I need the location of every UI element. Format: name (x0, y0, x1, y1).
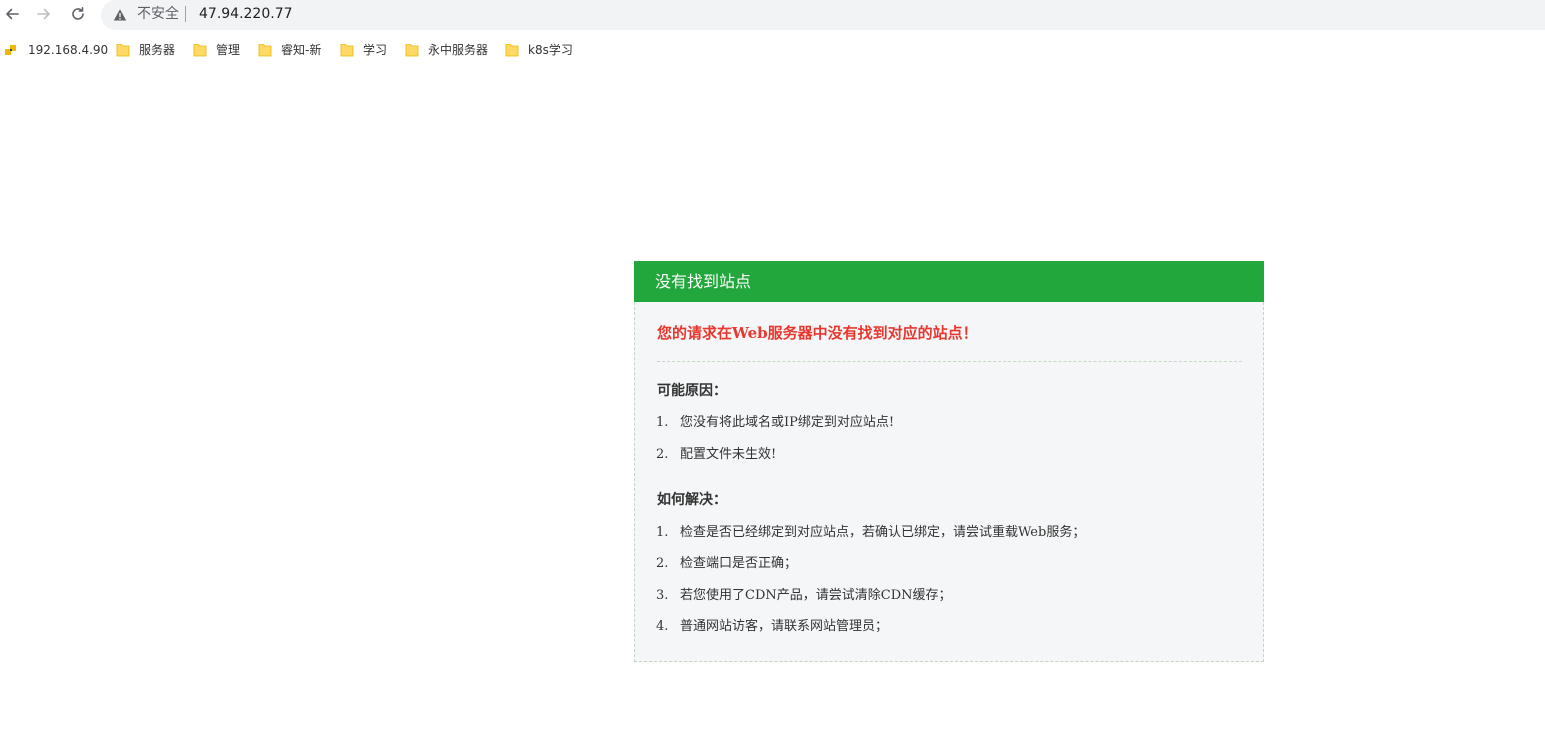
arrow-left-icon (6, 8, 19, 20)
bookmark-label: 管理 (216, 43, 241, 57)
bookmark-label: 永中服务器 (428, 43, 489, 57)
solution-text: 若您使用了CDN产品，请尝试清除CDN缓存； (680, 588, 952, 603)
folder-icon (116, 44, 130, 57)
card-header: 没有找到站点 (634, 261, 1264, 302)
reload-icon (72, 7, 84, 20)
reload-button[interactable] (66, 3, 90, 25)
solution-number: 3. (656, 588, 669, 603)
url-text[interactable]: 47.94.220.77 (199, 4, 293, 24)
bookmark-label: 服务器 (139, 43, 176, 57)
reason-number: 2. (656, 447, 669, 462)
reason-item: 2. 配置文件未生效! (656, 445, 776, 465)
solution-item: 4. 普通网站访客，请联系网站管理员； (656, 617, 888, 637)
warning-icon[interactable] (113, 8, 127, 22)
bookmark-folder-management[interactable]: 管理 (192, 36, 240, 64)
forward-button[interactable] (32, 3, 56, 25)
bookmark-label: 学习 (363, 43, 388, 57)
solution-item: 3. 若您使用了CDN产品，请尝试清除CDN缓存； (656, 586, 952, 606)
bookmark-folder-yozo-servers[interactable]: 永中服务器 (404, 36, 488, 64)
omnibox-divider (185, 6, 186, 22)
solution-item: 1. 检查是否已经绑定到对应站点，若确认已绑定，请尝试重载Web服务； (656, 523, 1085, 543)
security-status-label[interactable]: 不安全 (137, 4, 179, 24)
arrow-right-icon (37, 8, 50, 20)
bookmark-label: 睿知-新 (281, 43, 322, 57)
reason-item: 1. 您没有将此域名或IP绑定到对应站点! (656, 413, 894, 433)
solution-number: 4. (656, 619, 669, 634)
bookmark-folder-servers[interactable]: 服务器 (115, 36, 175, 64)
solution-text: 检查端口是否正确； (680, 556, 798, 571)
bookmark-label: 192.168.4.90 (28, 43, 109, 57)
solution-number: 2. (656, 556, 669, 571)
card-body: 您的请求在Web服务器中没有找到对应的站点！ 可能原因： 1. 您没有将此域名或I… (634, 302, 1264, 662)
folder-icon (505, 44, 519, 57)
address-bar[interactable]: 不安全 47.94.220.77 (101, 0, 1545, 30)
divider (657, 361, 1242, 362)
solutions-title: 如何解决： (657, 492, 727, 508)
bookmark-folder-study[interactable]: 学习 (339, 36, 387, 64)
back-button[interactable] (0, 3, 24, 25)
solution-text: 普通网站访客，请联系网站管理员； (680, 619, 889, 634)
folder-icon (340, 44, 354, 57)
error-headline: 您的请求在Web服务器中没有找到对应的站点！ (657, 324, 978, 342)
solution-item: 2. 检查端口是否正确； (656, 554, 797, 574)
bookmarks-bar: 192.168.4.90 服务器 管理 睿知-新 学习 永中服务器 k8s学习 (0, 36, 1545, 64)
solution-text: 检查是否已经绑定到对应站点，若确认已绑定，请尝试重载Web服务； (680, 525, 1086, 540)
site-not-found-card: 没有找到站点 您的请求在Web服务器中没有找到对应的站点！ 可能原因： 1. 您没… (634, 261, 1264, 662)
browser-toolbar: 不安全 47.94.220.77 (0, 0, 1545, 32)
folder-icon (193, 44, 207, 57)
solution-number: 1. (656, 525, 669, 540)
bookmark-label: k8s学习 (528, 43, 573, 57)
bookmark-folder-ruizhi[interactable]: 睿知-新 (257, 36, 321, 64)
reason-text: 配置文件未生效! (680, 447, 777, 462)
bookmark-folder-k8s[interactable]: k8s学习 (504, 36, 573, 64)
reason-number: 1. (656, 415, 669, 430)
reason-text: 您没有将此域名或IP绑定到对应站点! (680, 415, 895, 430)
reasons-title: 可能原因： (657, 383, 727, 399)
bookmark-192-168-4-90[interactable]: 192.168.4.90 (4, 36, 108, 64)
folder-icon (405, 44, 419, 57)
folder-icon (258, 44, 272, 57)
site-favicon-icon (5, 45, 16, 55)
